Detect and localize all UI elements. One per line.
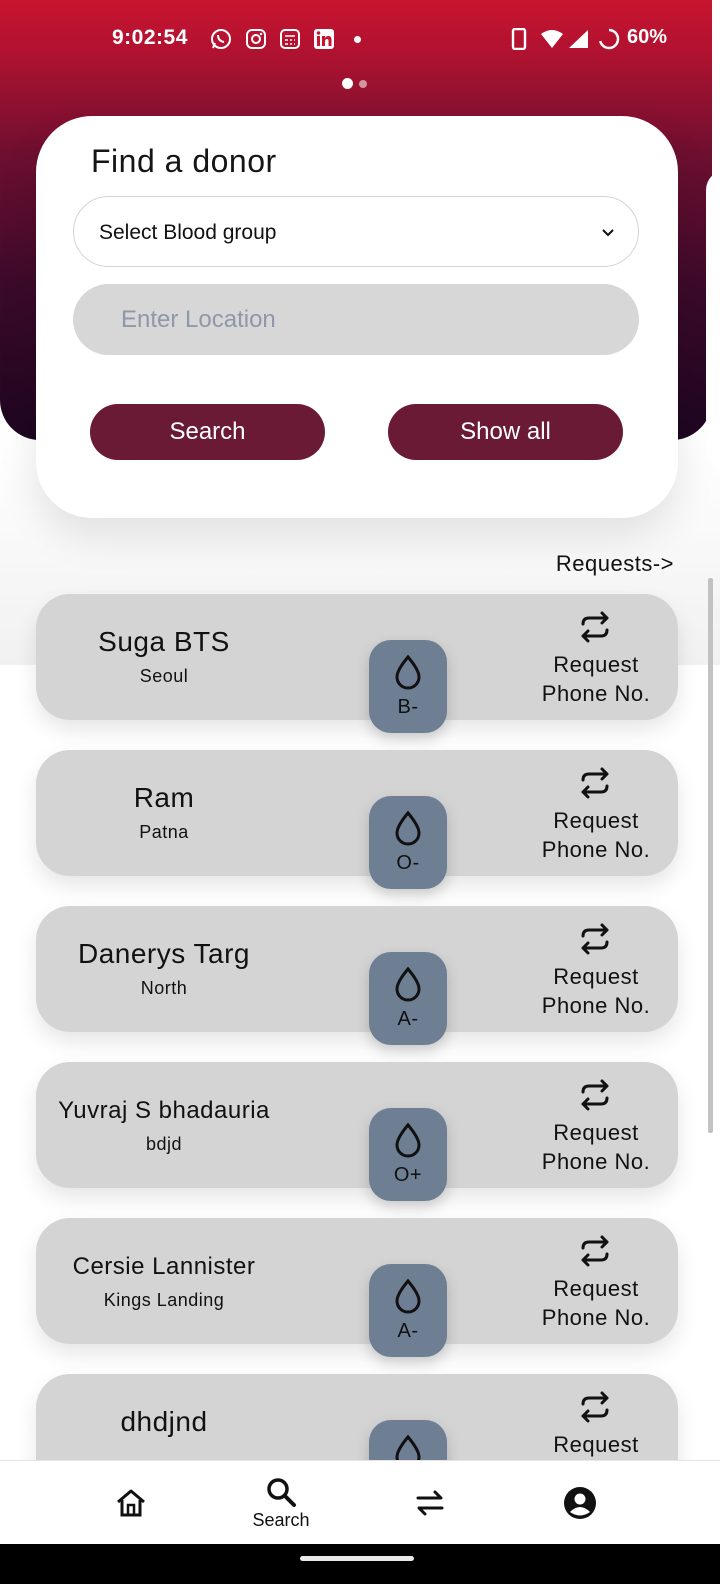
home-icon xyxy=(117,1489,145,1517)
system-navigation-bar xyxy=(0,1544,720,1584)
blood-group-badge: A- xyxy=(369,952,447,1045)
nav-search[interactable]: Search xyxy=(240,1461,322,1545)
search-icon xyxy=(267,1477,296,1507)
swap-request-icon[interactable] xyxy=(577,1390,613,1424)
swap-request-icon[interactable] xyxy=(577,1234,613,1268)
blood-group-value: A- xyxy=(397,1320,419,1342)
donor-name: Ram xyxy=(133,782,195,813)
blood-group-badge: O+ xyxy=(369,1108,447,1201)
donor-card[interactable]: Ram Patna Request Phone No. xyxy=(36,750,678,876)
donor-card[interactable]: Cersie Lannister Kings Landing Request P… xyxy=(36,1218,678,1344)
blood-drop-icon xyxy=(395,810,421,846)
request-phone-button[interactable]: Request Phone No. xyxy=(526,650,666,708)
blood-group-value: B- xyxy=(397,696,419,718)
blood-group-value: O+ xyxy=(393,1164,423,1186)
swap-request-icon[interactable] xyxy=(577,766,613,800)
blood-drop-icon xyxy=(395,1122,421,1158)
donor-name: Cersie Lannister xyxy=(72,1253,256,1280)
donor-name: Yuvraj S bhadauria xyxy=(58,1097,270,1124)
account-circle-icon xyxy=(564,1487,596,1519)
bottom-navigation: Search xyxy=(0,1460,720,1544)
nav-transfers[interactable] xyxy=(400,1461,460,1545)
donor-location: Patna xyxy=(139,822,189,842)
nav-home[interactable] xyxy=(101,1461,161,1545)
swap-request-icon[interactable] xyxy=(577,1078,613,1112)
swap-arrows-icon xyxy=(416,1490,444,1516)
swap-request-icon[interactable] xyxy=(577,922,613,956)
request-phone-button[interactable]: Request xyxy=(526,1430,666,1459)
swap-request-icon[interactable] xyxy=(577,610,613,644)
blood-group-badge: O- xyxy=(369,796,447,889)
donor-list: Suga BTS Seoul Request Phone No. B- Ram … xyxy=(0,0,720,1460)
request-phone-button[interactable]: Request Phone No. xyxy=(526,1118,666,1176)
donor-location: bdjd xyxy=(145,1134,183,1154)
donor-card[interactable]: dhdjnd Request xyxy=(36,1374,678,1460)
donor-location: North xyxy=(140,978,188,998)
donor-name: dhdjnd xyxy=(120,1406,208,1437)
nav-search-label: Search xyxy=(252,1509,310,1530)
blood-group-value: O- xyxy=(396,852,420,874)
request-phone-button[interactable]: Request Phone No. xyxy=(526,1274,666,1332)
donor-location: Kings Landing xyxy=(103,1290,225,1310)
blood-group-badge: B- xyxy=(369,640,447,733)
blood-drop-icon xyxy=(395,654,421,690)
scrollbar[interactable] xyxy=(708,578,713,1133)
blood-group-value: A- xyxy=(397,1008,419,1030)
donor-name: Danerys Targ xyxy=(77,938,250,969)
donor-card[interactable]: Suga BTS Seoul Request Phone No. xyxy=(36,594,678,720)
donor-card[interactable]: Danerys Targ North Request Phone No. xyxy=(36,906,678,1032)
blood-drop-icon xyxy=(395,1278,421,1314)
request-phone-button[interactable]: Request Phone No. xyxy=(526,806,666,864)
donor-card[interactable]: Yuvraj S bhadauria bdjd Request Phone No… xyxy=(36,1062,678,1188)
nav-profile[interactable] xyxy=(550,1461,610,1545)
home-gesture-handle[interactable] xyxy=(300,1556,414,1561)
blood-drop-icon xyxy=(395,1434,421,1460)
donor-name: Suga BTS xyxy=(98,626,230,657)
blood-group-badge: A- xyxy=(369,1264,447,1357)
donor-location: Seoul xyxy=(139,666,189,686)
blood-group-badge xyxy=(369,1420,447,1460)
blood-drop-icon xyxy=(395,966,421,1002)
request-phone-button[interactable]: Request Phone No. xyxy=(526,962,666,1020)
